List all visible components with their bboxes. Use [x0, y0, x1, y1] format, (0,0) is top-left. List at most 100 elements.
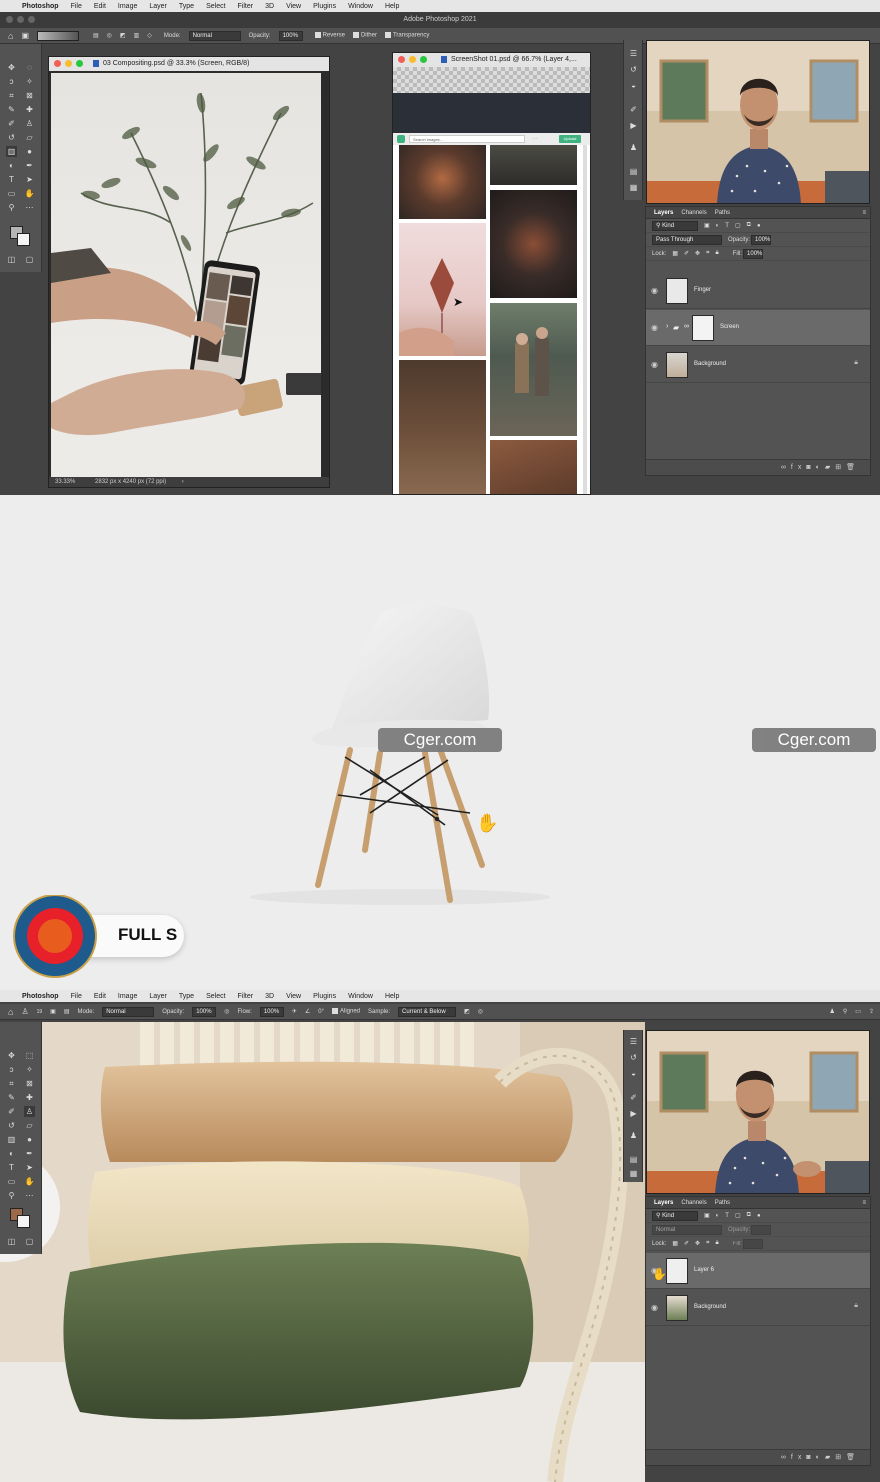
trash-icon[interactable]: 🗑︎: [846, 1454, 860, 1461]
visibility-eye-icon[interactable]: ◉: [651, 323, 660, 332]
eyedropper-icon[interactable]: ✎: [6, 1092, 17, 1103]
filter-shape-icon[interactable]: ▢: [735, 1212, 741, 1219]
grid-photo-3[interactable]: [490, 190, 577, 298]
blend-mode-select[interactable]: Normal: [652, 1224, 722, 1235]
brush-settings-icon[interactable]: ▣: [50, 1008, 56, 1015]
brush-tool-icon[interactable]: ✐: [6, 118, 17, 129]
pressure-opacity-icon[interactable]: ◎: [224, 1008, 229, 1015]
healing-icon[interactable]: ✚: [24, 104, 35, 115]
angle-field[interactable]: 0°: [318, 1009, 324, 1015]
layer-row-screen[interactable]: ◉ › ▰ ∞ Screen: [646, 310, 870, 346]
path-select-icon[interactable]: ➤: [24, 174, 35, 185]
blur-tool-icon[interactable]: ●: [24, 1134, 35, 1145]
link-icon[interactable]: ∞: [684, 323, 689, 330]
shape-tool-icon[interactable]: ▭: [6, 1176, 17, 1187]
zoom-tool-icon[interactable]: ⚲: [6, 202, 17, 213]
frame-tool-icon[interactable]: ⊠: [24, 90, 35, 101]
gradient-diamond-icon[interactable]: ◇: [147, 32, 152, 39]
fill-field[interactable]: 100%: [743, 248, 764, 259]
grid-photo-5[interactable]: [490, 303, 577, 436]
menu-edit[interactable]: Edit: [94, 993, 106, 1000]
grid-photo-4[interactable]: [399, 223, 486, 356]
background-color-swatch[interactable]: [17, 233, 30, 246]
menu-filter[interactable]: Filter: [238, 3, 254, 10]
more-tools-icon[interactable]: ⋯: [24, 202, 35, 213]
libraries-icon[interactable]: ▤: [628, 166, 639, 177]
group-expand-icon[interactable]: ›: [666, 323, 668, 330]
aligned-checkbox[interactable]: Aligned: [331, 1008, 360, 1015]
gradient-linear-icon[interactable]: ▤: [93, 32, 99, 39]
notes-icon[interactable]: ▦: [628, 1168, 639, 1179]
visibility-eye-icon[interactable]: ◉: [651, 360, 660, 369]
menu-edit[interactable]: Edit: [94, 3, 106, 10]
doc-window-controls[interactable]: [54, 60, 83, 67]
filter-pixel-icon[interactable]: ▣: [704, 222, 710, 229]
layer-row-background[interactable]: ◉ Background 🔒︎: [646, 1290, 870, 1326]
move-tool-icon[interactable]: ✥: [6, 1050, 17, 1061]
blur-tool-icon[interactable]: ●: [24, 146, 35, 157]
lock-move-icon[interactable]: ✥: [695, 1240, 700, 1247]
menu-app[interactable]: Photoshop: [22, 3, 59, 10]
fill-field[interactable]: [743, 1238, 764, 1249]
filter-toggle-icon[interactable]: ●: [757, 1213, 761, 1219]
home-icon[interactable]: ⌂: [8, 31, 13, 41]
layer-row-finger[interactable]: ◉ Finger: [646, 273, 870, 309]
zoom-level[interactable]: 33.33%: [55, 479, 75, 485]
pen-tool-icon[interactable]: ✒: [24, 160, 35, 171]
pen-tool-icon[interactable]: ✒: [24, 1148, 35, 1159]
opacity-field-2[interactable]: 100%: [192, 1006, 217, 1017]
share-icon[interactable]: ⇪: [869, 1008, 874, 1015]
gradient-angle-icon[interactable]: ◩: [120, 32, 126, 39]
opacity-field[interactable]: 100%: [278, 30, 303, 41]
mode-select[interactable]: Normal: [188, 30, 241, 41]
grid-photo-1[interactable]: [399, 145, 486, 219]
menu-select[interactable]: Select: [206, 993, 225, 1000]
menu-window[interactable]: Window: [348, 993, 373, 1000]
history-brush-icon[interactable]: ↺: [6, 1120, 17, 1131]
marquee-tool-icon[interactable]: ◌: [24, 62, 35, 73]
actions-icon[interactable]: ▶: [628, 120, 639, 131]
notes-icon[interactable]: ▦: [628, 182, 639, 193]
mask-icon[interactable]: ◙: [806, 464, 815, 471]
gradient-reflected-icon[interactable]: ▥: [134, 32, 140, 39]
mask-icon[interactable]: ◙: [806, 1454, 815, 1461]
filter-smart-icon[interactable]: ⧉: [747, 1212, 751, 1219]
menu-3d[interactable]: 3D: [265, 993, 274, 1000]
lasso-tool-icon[interactable]: ↄ: [6, 76, 17, 87]
dodge-tool-icon[interactable]: ◐: [6, 1148, 17, 1159]
hand-tool-icon[interactable]: ✋: [24, 188, 35, 199]
eraser-tool-icon[interactable]: ▱: [24, 1120, 35, 1131]
transparency-checkbox[interactable]: Transparency: [384, 32, 429, 39]
new-group-icon[interactable]: ▰: [825, 1454, 835, 1461]
menu-window[interactable]: Window: [348, 3, 373, 10]
tab-channels[interactable]: Channels: [681, 1200, 706, 1206]
fx-icon[interactable]: fx: [791, 464, 806, 471]
shape-tool-icon[interactable]: ▭: [6, 188, 17, 199]
magic-wand-icon[interactable]: ✧: [24, 76, 35, 87]
layer-filter-select[interactable]: ⚲ Kind: [652, 1210, 698, 1221]
menu-image[interactable]: Image: [118, 993, 137, 1000]
frame-tool-icon[interactable]: ⊠: [24, 1078, 35, 1089]
menu-plugins[interactable]: Plugins: [313, 993, 336, 1000]
dither-checkbox[interactable]: Dither: [352, 32, 377, 39]
gradient-tool-icon[interactable]: ▣: [21, 31, 29, 40]
status-arrow-icon[interactable]: ›: [182, 479, 184, 485]
panel-menu-icon[interactable]: ≡: [862, 210, 866, 216]
tab-layers[interactable]: Layers: [654, 1200, 673, 1206]
type-tool-icon[interactable]: T: [6, 174, 17, 185]
scrollbar[interactable]: [583, 145, 587, 494]
dodge-tool-icon[interactable]: ◐: [6, 160, 17, 171]
menu-view[interactable]: View: [286, 993, 301, 1000]
properties-icon[interactable]: ☰: [628, 1036, 639, 1047]
adjustment-layer-icon[interactable]: ◐: [816, 464, 825, 471]
new-layer-icon[interactable]: ⊞: [835, 1454, 846, 1461]
menu-layer[interactable]: Layer: [149, 993, 167, 1000]
stamp-tool-icon[interactable]: ♙: [24, 1106, 35, 1117]
stamp-tool-icon[interactable]: ♙: [24, 118, 35, 129]
menu-app[interactable]: Photoshop: [22, 993, 59, 1000]
gradient-radial-icon[interactable]: ◎: [107, 32, 112, 39]
trash-icon[interactable]: 🗑︎: [846, 464, 860, 471]
lock-all-icon[interactable]: 🔒︎: [715, 1240, 718, 1247]
grid-photo-2[interactable]: [490, 145, 577, 185]
move-tool-icon[interactable]: ✥: [6, 62, 17, 73]
